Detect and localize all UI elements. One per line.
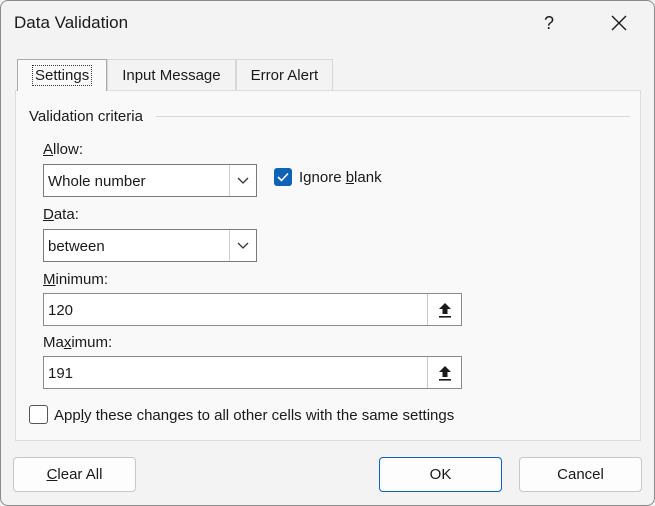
help-button[interactable]: ? (529, 7, 569, 39)
clear-all-button[interactable]: Clear All (13, 457, 136, 492)
apply-all-checkbox[interactable] (29, 405, 48, 424)
tab-error-alert[interactable]: Error Alert (235, 59, 334, 91)
tab-settings[interactable]: Settings (17, 59, 108, 91)
minimum-label: Minimum: (43, 271, 109, 288)
allow-label: Allow: (43, 141, 84, 158)
tab-input-message[interactable]: Input Message (107, 59, 236, 91)
allow-value: Whole number (48, 173, 146, 190)
range-selector-button[interactable] (427, 357, 461, 388)
minimum-value: 120 (48, 302, 74, 319)
tab-strip: Settings Input Message Error Alert (17, 59, 334, 91)
data-label: Data: (43, 206, 79, 223)
ok-button[interactable]: OK (379, 457, 502, 492)
ignore-blank-label: Ignore blank (299, 169, 382, 186)
data-validation-dialog: Data Validation ? Settings Input Message… (0, 0, 655, 506)
ok-label: OK (429, 466, 452, 483)
help-icon: ? (543, 12, 554, 33)
ignore-blank-checkbox[interactable] (274, 168, 292, 186)
tab-settings-label: Settings (32, 65, 93, 86)
data-value: between (48, 238, 105, 255)
cancel-button[interactable]: Cancel (519, 457, 642, 492)
maximum-input[interactable]: 191 (43, 356, 462, 389)
upload-arrow-icon (438, 302, 451, 318)
maximum-label: Maximum: (43, 334, 113, 351)
cancel-label: Cancel (557, 466, 604, 483)
dialog-title: Data Validation (14, 13, 129, 32)
allow-dropdown[interactable]: Whole number (43, 164, 257, 197)
upload-arrow-icon (438, 365, 451, 381)
validation-criteria-title: Validation criteria (29, 108, 143, 125)
chevron-down-icon[interactable] (229, 230, 256, 261)
group-divider (156, 116, 630, 117)
minimum-input[interactable]: 120 (43, 293, 462, 326)
range-selector-button[interactable] (427, 294, 461, 325)
title-bar: Data Validation ? (1, 1, 654, 45)
data-dropdown[interactable]: between (43, 229, 257, 262)
tab-error-alert-label: Error Alert (250, 67, 319, 84)
close-icon (611, 15, 627, 31)
maximum-value: 191 (48, 365, 74, 382)
close-button[interactable] (599, 7, 639, 39)
chevron-down-icon[interactable] (229, 165, 256, 196)
checkmark-icon (277, 172, 289, 182)
tab-input-message-label: Input Message (122, 67, 221, 84)
apply-all-label: Apply these changes to all other cells w… (54, 407, 455, 424)
